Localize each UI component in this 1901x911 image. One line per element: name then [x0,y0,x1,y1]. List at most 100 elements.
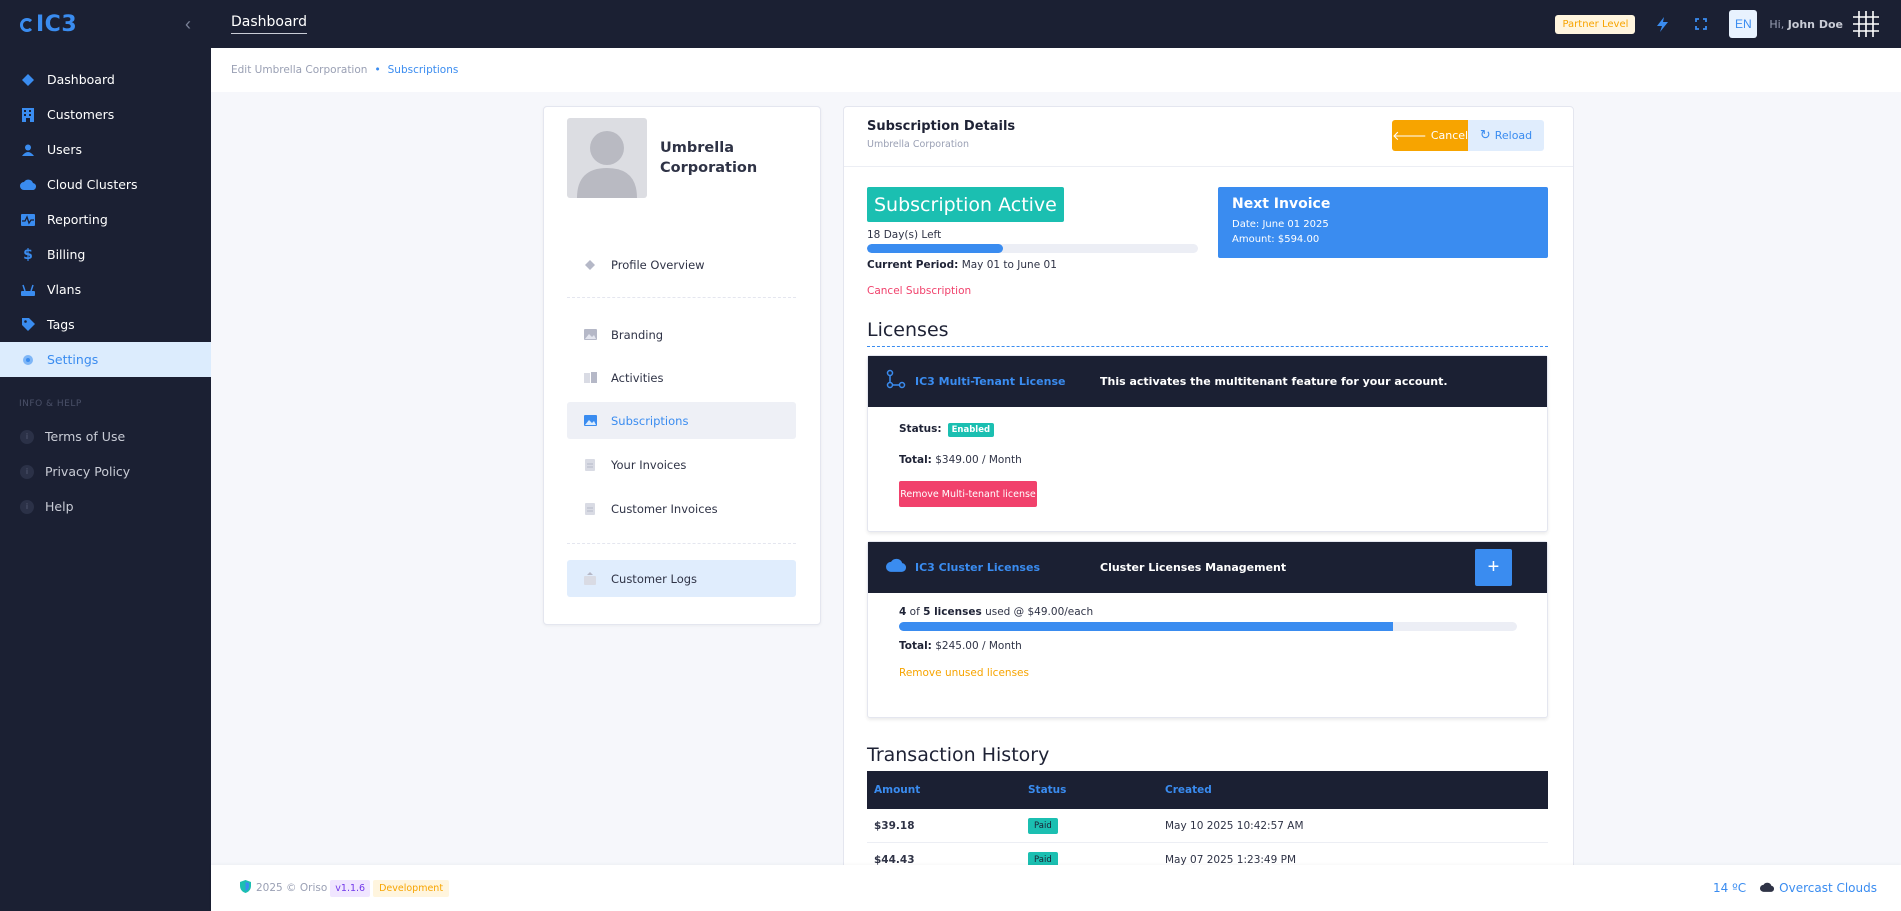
sidebar-item-help[interactable]: i Help [0,489,211,524]
license-description: Cluster Licenses Management [1100,561,1287,574]
cluster-license-box: IC3 Cluster Licenses Cluster Licenses Ma… [867,541,1548,718]
reload-button[interactable]: ↻ Reload [1468,120,1544,151]
subscription-status-badge: Subscription Active [867,187,1064,222]
column-header-status[interactable]: Status [1028,784,1165,796]
book-icon [583,371,597,385]
next-invoice-title: Next Invoice [1232,196,1331,212]
profile-nav-branding[interactable]: Branding [567,316,796,353]
breadcrumb-parent[interactable]: Edit Umbrella Corporation [231,64,367,76]
greeting-text: Hi, [1769,17,1785,31]
tag-icon [20,317,36,333]
sidebar-item-label: Users [47,142,83,157]
sidebar-item-label: Dashboard [47,72,115,87]
profile-nav-label: Your Invoices [611,457,687,472]
sidebar-item-billing[interactable]: $ Billing [0,237,211,272]
image-icon [583,328,597,342]
sidebar-item-dashboard[interactable]: Dashboard [0,62,211,97]
card-subtitle: Umbrella Corporation [867,139,970,150]
next-invoice-date: Date: June 01 2025 [1232,219,1329,230]
profile-nav-label: Profile Overview [611,257,705,272]
subscription-progress-bar [867,244,1198,253]
license-usage-bar [899,622,1517,631]
sidebar-item-vlans[interactable]: Vlans [0,272,211,307]
collapse-sidebar-icon[interactable]: ‹ [185,14,191,35]
profile-nav-overview[interactable]: Profile Overview [567,246,796,283]
cloud-icon [20,177,36,193]
profile-nav-subscriptions[interactable]: Subscriptions [567,402,796,439]
profile-nav-your-invoices[interactable]: Your Invoices [567,446,796,483]
footer: 2025 © Oriso v1.1.6 Development 14 ºC Ov… [211,865,1901,911]
total-label: Total: [899,640,932,652]
profile-nav-label: Customer Invoices [611,501,718,516]
upload-icon [583,572,597,586]
sidebar-item-tags[interactable]: Tags [0,307,211,342]
cancel-button[interactable]: 🡐 Cancel [1392,120,1468,151]
user-greeting[interactable]: Hi, John Doe [1769,18,1843,31]
sidebar-item-privacy[interactable]: i Privacy Policy [0,454,211,489]
fullscreen-icon[interactable] [1690,13,1712,35]
next-invoice-amount: Amount: $594.00 [1232,234,1320,245]
sidebar-menu: Dashboard Customers Users Cloud Clusters… [0,62,211,377]
document-icon [583,502,597,516]
license-total: Total: $245.00 / Month [899,640,1022,652]
profile-nav-label: Branding [611,327,664,342]
current-period: Current Period: May 01 to June 01 [867,259,1057,271]
app-logo[interactable]: IC3 [20,12,77,37]
sidebar-item-label: Billing [47,247,86,262]
sidebar-item-label: Cloud Clusters [47,177,138,192]
lightning-icon[interactable] [1651,13,1673,35]
remove-unused-licenses-link[interactable]: Remove unused licenses [899,667,1029,679]
column-header-amount[interactable]: Amount [867,784,1028,796]
licenses-divider [867,346,1548,347]
language-switcher[interactable]: EN [1729,10,1758,38]
arrow-left-icon: 🡐 [1391,128,1427,144]
subscription-card: Subscription Details Umbrella Corporatio… [843,106,1574,911]
network-icon [886,369,906,394]
column-header-created[interactable]: Created [1165,784,1548,796]
license-usage: 4 of 5 licenses used @ $49.00/each [899,606,1093,618]
license-name: IC3 Multi-Tenant License [915,375,1066,388]
dollar-icon: $ [23,246,33,263]
license-total: Total: $349.00 / Month [899,454,1022,466]
sidebar-item-label: Privacy Policy [45,464,131,479]
topbar-actions: Partner Level EN Hi, John Doe [1555,0,1879,48]
sidebar-item-users[interactable]: Users [0,132,211,167]
period-label: Current Period: [867,259,959,271]
table-row[interactable]: $39.18 Paid May 10 2025 10:42:57 AM [867,809,1548,843]
sidebar-item-label: Help [45,499,74,514]
profile-nav-customer-invoices[interactable]: Customer Invoices [567,490,796,527]
sidebar-item-terms[interactable]: i Terms of Use [0,419,211,454]
version-badge: v1.1.6 [330,879,371,897]
sidebar-item-settings[interactable]: Settings [0,342,211,377]
sidebar-item-customers[interactable]: Customers [0,97,211,132]
sidebar-item-cloud-clusters[interactable]: Cloud Clusters [0,167,211,202]
status-label: Status: [899,423,942,435]
remove-multitenant-button[interactable]: Remove Multi-tenant license [899,481,1037,507]
nav-divider [567,543,796,544]
cell-status: Paid [1028,817,1165,834]
topbar: Dashboard Partner Level EN Hi, John Doe [211,0,1901,48]
sidebar-item-reporting[interactable]: Reporting [0,202,211,237]
total-value: $245.00 / Month [935,640,1022,652]
user-name: John Doe [1787,17,1843,31]
profile-nav-label: Activities [611,370,664,385]
image-icon [583,414,597,428]
cell-created: May 10 2025 10:42:57 AM [1165,819,1304,832]
document-icon [583,458,597,472]
license-usage-fill [899,622,1394,631]
profile-nav-customer-logs[interactable]: Customer Logs [567,560,796,597]
info-icon: i [20,429,34,444]
page-title: Dashboard [231,14,307,34]
profile-nav-activities[interactable]: Activities [567,359,796,396]
user-avatar-icon[interactable] [1853,11,1879,37]
days-left: 18 Day(s) Left [867,229,942,241]
amount-value: $44.43 [874,853,915,866]
amount-value: $39.18 [874,819,915,832]
sidebar-item-label: Terms of Use [45,429,126,444]
cancel-subscription-link[interactable]: Cancel Subscription [867,285,971,297]
sidebar-item-label: Tags [47,317,75,332]
add-license-button[interactable]: + [1475,549,1512,586]
user-icon [20,142,36,158]
sidebar-section-label: INFO & HELP [19,399,82,409]
refresh-icon: ↻ [1479,128,1491,143]
